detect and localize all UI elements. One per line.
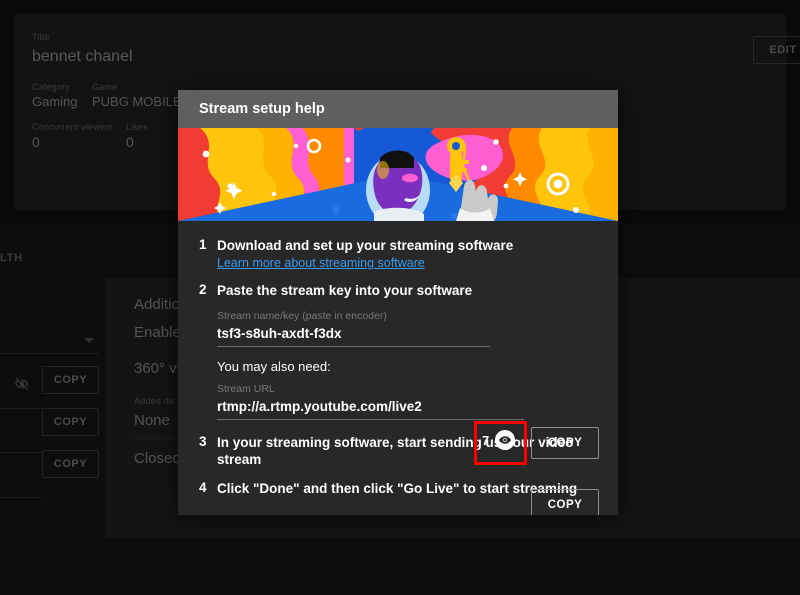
- stream-url-label: Stream URL: [217, 383, 275, 395]
- stream-key-field: Stream name/key (paste in encoder) tsf3-…: [217, 301, 597, 347]
- likes-value: 0: [126, 134, 134, 150]
- screen: Title bennet chanel Category Gaming Game…: [0, 0, 800, 595]
- concurrent-viewers-value: 0: [32, 134, 40, 150]
- dialog-body: 1 Download and set up your streaming sof…: [178, 221, 618, 515]
- step-4-number: 4: [199, 480, 207, 495]
- category-value: Gaming: [32, 94, 78, 109]
- divider: [0, 452, 42, 453]
- learn-more-link[interactable]: Learn more about streaming software: [217, 256, 597, 270]
- step-2-text: Paste the stream key into your software: [217, 283, 473, 298]
- stream-url-value[interactable]: rtmp://a.rtmp.youtube.com/live2: [217, 395, 597, 414]
- step-4-text: Click "Done" and then click "Go Live" to…: [217, 481, 578, 496]
- edit-button[interactable]: EDIT: [753, 36, 800, 64]
- copy-stream-url-button[interactable]: COPY: [531, 489, 599, 515]
- eye-icon[interactable]: [495, 430, 516, 450]
- dialog-titlebar: Stream setup help: [178, 90, 618, 128]
- copy-stream-key-button[interactable]: COPY: [531, 427, 599, 459]
- game-label: Game: [92, 82, 118, 92]
- chevron-down-icon[interactable]: [84, 338, 94, 343]
- added-delay-value: None: [134, 412, 170, 429]
- divider: [0, 353, 99, 354]
- stream-key-label: Stream name/key (paste in encoder): [217, 310, 387, 322]
- channel-title: bennet chanel: [32, 48, 133, 65]
- eye-glyph: [499, 436, 512, 444]
- dialog-banner-illustration: [178, 128, 618, 221]
- title-label: Title: [32, 32, 50, 42]
- divider: [0, 497, 42, 498]
- added-delay-label: Added de: [134, 396, 175, 406]
- background-copy-button[interactable]: COPY: [42, 366, 99, 394]
- likes-label: Likes: [126, 122, 149, 132]
- also-need-label: You may also need:: [217, 359, 331, 374]
- stream-key-value[interactable]: tsf3-s8uh-axdt-f3dx: [217, 322, 597, 341]
- divider: [0, 408, 42, 409]
- stream-setup-help-dialog: Stream setup help 1 Download and set up …: [178, 90, 618, 515]
- step-2: 2 Paste the stream key into your softwar…: [199, 282, 597, 299]
- step-2-number: 2: [199, 282, 207, 297]
- concurrent-viewers-label: Concurrent viewers: [32, 122, 114, 132]
- banner-artwork: [178, 128, 618, 221]
- health-tab-label: LTH: [0, 252, 23, 264]
- dialog-title: Stream setup help: [199, 101, 325, 117]
- background-copy-button[interactable]: COPY: [42, 450, 99, 478]
- step-1-text: Download and set up your streaming softw…: [217, 238, 514, 253]
- stream-url-underline: [217, 419, 524, 420]
- stream-url-field: Stream URL rtmp://a.rtmp.youtube.com/liv…: [217, 374, 597, 420]
- stream-key-reveal-control[interactable]: 7: [482, 430, 516, 450]
- background-copy-button[interactable]: COPY: [42, 408, 99, 436]
- reveal-count-label: 7: [482, 432, 490, 448]
- stream-key-underline: [217, 346, 490, 347]
- step-3-number: 3: [199, 434, 207, 449]
- step-1-number: 1: [199, 237, 207, 252]
- category-label: Category: [32, 82, 71, 92]
- eye-off-icon[interactable]: [14, 376, 30, 392]
- step-1: 1 Download and set up your streaming sof…: [199, 237, 597, 254]
